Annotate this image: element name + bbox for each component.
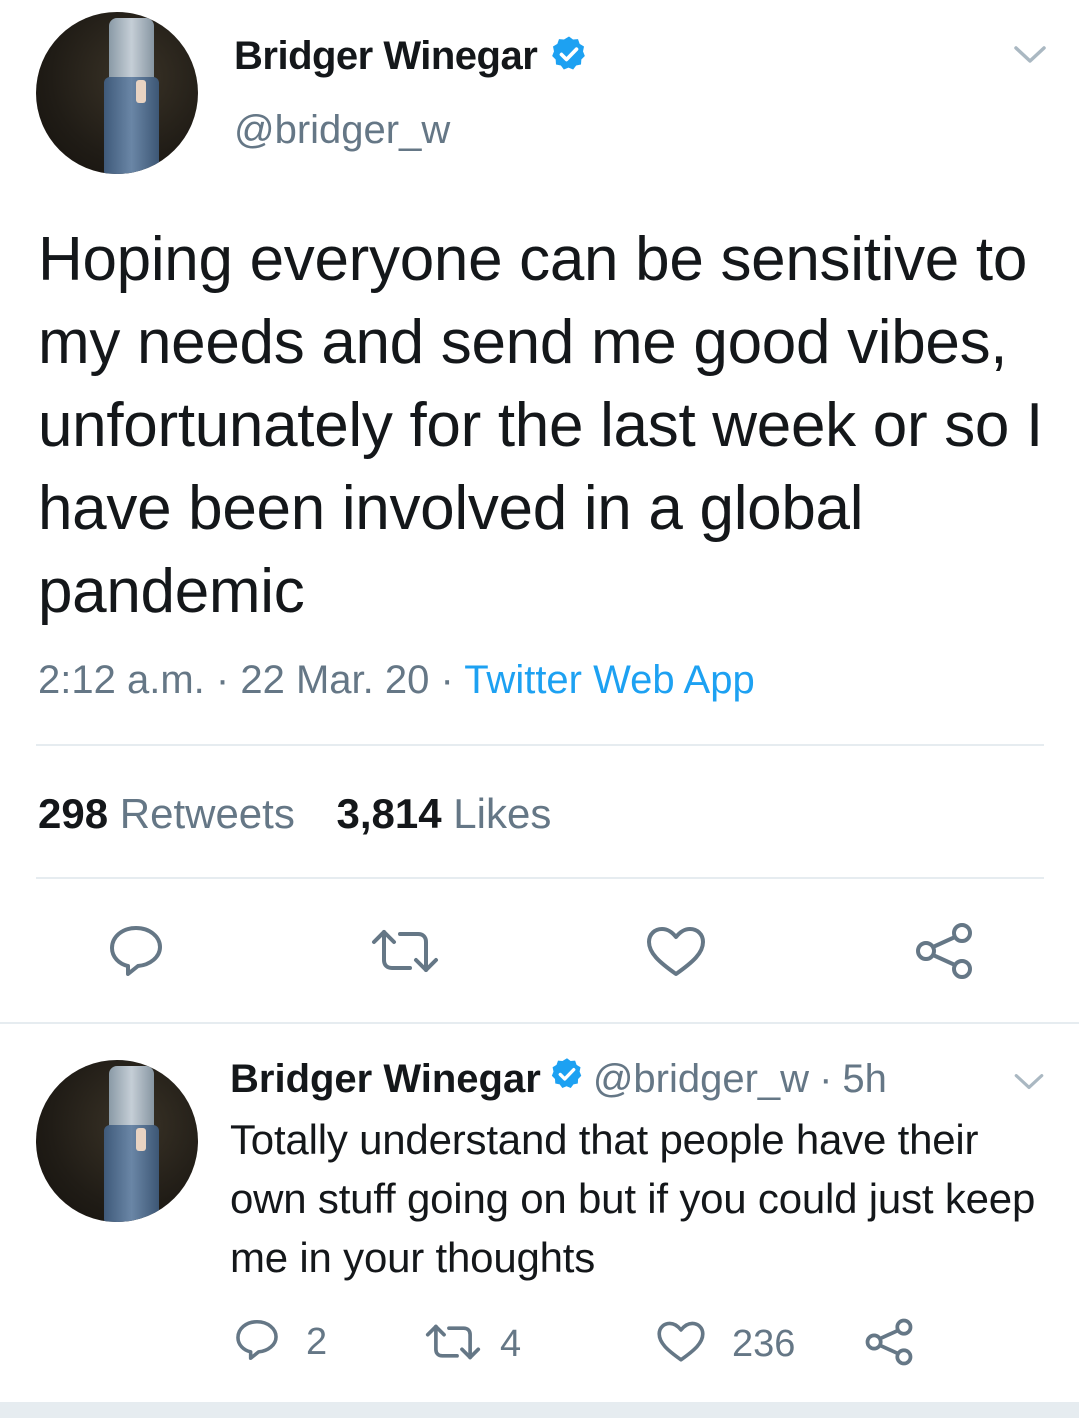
reply-reply-button[interactable]: 2 bbox=[234, 1318, 327, 1367]
tweet-time: 2:12 a.m. bbox=[38, 658, 205, 702]
retweet-count: 4 bbox=[500, 1323, 522, 1365]
reply-icon[interactable] bbox=[107, 924, 165, 978]
reply-author-name[interactable]: Bridger Winegar bbox=[230, 1057, 541, 1102]
reply-header: Bridger Winegar @bridger_w · 5h bbox=[230, 1056, 887, 1102]
reply-share-button[interactable] bbox=[864, 1318, 914, 1371]
tweet-date: 22 Mar. 20 bbox=[240, 658, 430, 702]
retweet-icon[interactable] bbox=[370, 924, 440, 978]
author-name[interactable]: Bridger Winegar bbox=[234, 34, 538, 79]
tweet-text: Hoping everyone can be sensitive to my n… bbox=[38, 225, 1043, 626]
share-icon bbox=[864, 1318, 914, 1370]
retweets-label: Retweets bbox=[119, 790, 295, 837]
divider bbox=[36, 877, 1044, 879]
reply-like-button[interactable]: 236 bbox=[656, 1320, 795, 1369]
tweet-meta: 2:12 a.m. · 22 Mar. 20 · Twitter Web App bbox=[38, 658, 755, 703]
tweet-source-link[interactable]: Twitter Web App bbox=[464, 658, 755, 702]
likes-label: Likes bbox=[453, 790, 552, 837]
tweet-stats: 298 Retweets 3,814 Likes bbox=[38, 790, 551, 838]
verified-badge-icon bbox=[549, 34, 589, 79]
avatar-figure-hand bbox=[136, 1128, 147, 1151]
reply-retweet-button[interactable]: 4 bbox=[424, 1320, 521, 1369]
divider bbox=[0, 1022, 1079, 1024]
meta-separator: · bbox=[215, 658, 230, 702]
chevron-down-icon[interactable] bbox=[1013, 44, 1047, 71]
avatar-figure-hand bbox=[136, 80, 147, 103]
avatar-figure-shirt bbox=[108, 1066, 155, 1132]
retweets-count: 298 bbox=[38, 790, 109, 837]
avatar-figure-shirt bbox=[108, 18, 155, 84]
reply-icon bbox=[234, 1318, 280, 1367]
reply-age[interactable]: 5h bbox=[842, 1057, 887, 1102]
like-icon bbox=[656, 1320, 706, 1369]
share-icon[interactable] bbox=[914, 922, 974, 980]
like-count: 236 bbox=[732, 1323, 796, 1365]
meta-separator: · bbox=[819, 1056, 833, 1101]
reply-author-handle[interactable]: @bridger_w bbox=[593, 1057, 809, 1102]
author-name-row: Bridger Winegar bbox=[234, 34, 589, 79]
meta-separator: · bbox=[440, 658, 454, 702]
likes-stat[interactable]: 3,814 Likes bbox=[337, 790, 552, 837]
reply-count: 2 bbox=[306, 1321, 328, 1363]
reply-text: Totally understand that people have thei… bbox=[230, 1116, 1036, 1281]
like-icon[interactable] bbox=[645, 926, 707, 978]
reply-chevron-down-icon[interactable] bbox=[1013, 1072, 1045, 1097]
author-avatar[interactable] bbox=[36, 12, 198, 174]
avatar-figure-jeans bbox=[104, 76, 160, 174]
avatar-figure-jeans bbox=[104, 1124, 160, 1222]
reply-author-avatar[interactable] bbox=[36, 1060, 198, 1222]
verified-badge-icon bbox=[549, 1056, 585, 1102]
author-handle[interactable]: @bridger_w bbox=[234, 108, 450, 153]
retweets-stat[interactable]: 298 Retweets bbox=[38, 790, 295, 837]
divider bbox=[36, 744, 1044, 746]
retweet-icon bbox=[424, 1320, 482, 1369]
bottom-divider-bar bbox=[0, 1402, 1079, 1418]
likes-count: 3,814 bbox=[336, 790, 442, 837]
